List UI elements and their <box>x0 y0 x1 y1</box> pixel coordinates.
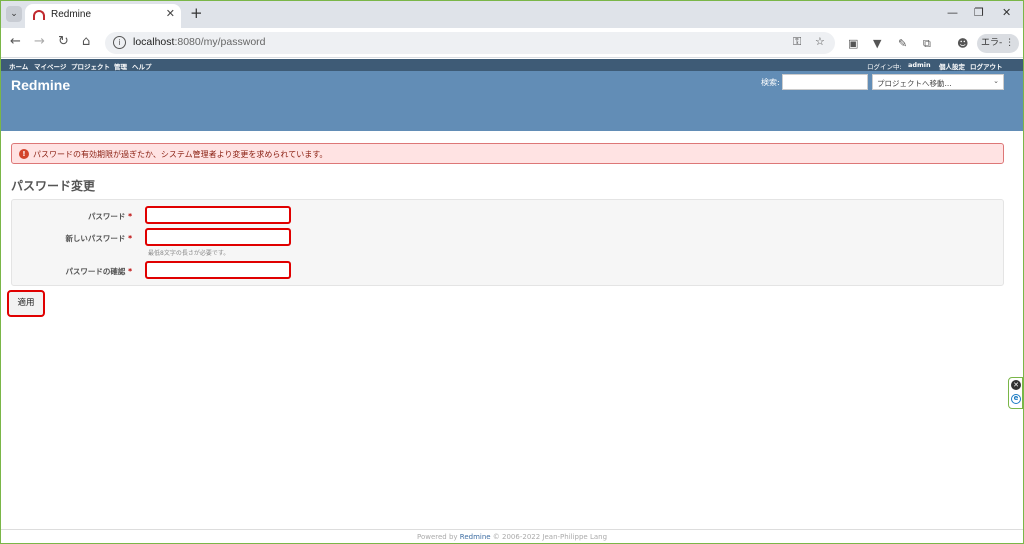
bookmark-star-icon[interactable]: ☆ <box>815 35 825 48</box>
tab-search-chevron-icon[interactable]: ⌄ <box>6 6 22 22</box>
home-icon[interactable]: ⌂ <box>82 35 90 49</box>
address-bar[interactable]: i localhost:8080/my/password ⚿ ☆ <box>105 32 835 54</box>
widget-close-icon[interactable]: ✕ <box>1011 380 1021 390</box>
minimize-icon[interactable]: — <box>947 6 958 19</box>
key-icon[interactable]: ⚿ <box>793 35 801 49</box>
logged-in-user[interactable]: admin <box>908 61 931 69</box>
redmine-header: Redmine 検索: プロジェクトへ移動... ⌄ <box>1 71 1023 131</box>
search-input[interactable] <box>782 74 868 90</box>
side-widget: ✕ e <box>1008 377 1023 409</box>
tab-title: Redmine <box>51 9 92 20</box>
footer: Powered by Redmine © 2006-2022 Jean-Phil… <box>1 529 1023 543</box>
password-field[interactable] <box>145 206 291 224</box>
url-text[interactable]: localhost:8080/my/password <box>133 36 266 48</box>
back-arrow-icon[interactable]: ← <box>10 35 21 49</box>
top-menu-my-page[interactable]: マイページ <box>34 61 66 71</box>
error-pill-button[interactable]: エラ- ⋮ <box>977 34 1019 53</box>
password-label: パスワード * <box>87 212 132 221</box>
window-close-icon[interactable]: ✕ <box>1002 6 1011 19</box>
extensions-puzzle-icon[interactable]: ⧉ <box>923 37 931 51</box>
browser-tab[interactable]: Redmine ✕ <box>25 4 181 28</box>
eyedropper-icon[interactable]: ✎ <box>898 37 907 50</box>
flash-message: パスワードの有効期限が過ぎたか、システム管理者より変更を求められています。 <box>33 150 328 159</box>
new-tab-plus-icon[interactable]: + <box>190 4 203 22</box>
widget-e-icon[interactable]: e <box>1011 394 1021 404</box>
password-form-box: パスワード * 新しいパスワード * 最低8文字の長さが必要です。 パスワードの… <box>11 199 1004 286</box>
top-menu-projects[interactable]: プロジェクト <box>71 61 110 71</box>
apply-button[interactable]: 適用 <box>7 290 45 317</box>
confirm-password-field[interactable] <box>145 261 291 279</box>
confirm-password-label: パスワードの確認 * <box>65 267 132 276</box>
logged-in-label: ログイン中: <box>867 63 902 71</box>
redmine-favicon-icon <box>33 10 45 20</box>
my-account-link[interactable]: 個人設定 <box>939 61 965 71</box>
reload-icon[interactable]: ↻ <box>58 35 69 49</box>
extension-box-icon[interactable]: ▣ <box>848 37 858 50</box>
logout-link[interactable]: ログアウト <box>970 61 1003 71</box>
tab-strip: ⌄ Redmine ✕ + — ❐ ✕ <box>1 1 1023 28</box>
top-menu-home[interactable]: ホーム <box>9 61 28 71</box>
tab-close-icon[interactable]: ✕ <box>166 7 175 20</box>
flash-error: ! パスワードの有効期限が過ぎたか、システム管理者より変更を求められています。 <box>11 143 1004 164</box>
new-password-label: 新しいパスワード * <box>65 234 132 243</box>
project-jump-placeholder: プロジェクトへ移動... <box>877 79 952 88</box>
top-menu-admin[interactable]: 管理 <box>114 61 127 71</box>
project-jump-select[interactable]: プロジェクトへ移動... ⌄ <box>872 74 1004 90</box>
new-password-hint: 最低8文字の長さが必要です。 <box>148 250 230 257</box>
site-info-icon[interactable]: i <box>113 36 126 49</box>
chevron-down-icon: ⌄ <box>993 77 999 85</box>
browser-toolbar: ← → ↻ ⌂ i localhost:8080/my/password ⚿ ☆… <box>1 28 1023 58</box>
redmine-top-menu: ホーム マイページ プロジェクト 管理 ヘルプ ログイン中: admin 個人設… <box>1 59 1023 71</box>
top-menu-help[interactable]: ヘルプ <box>132 61 152 71</box>
profile-avatar-icon[interactable]: ☻ <box>957 37 968 50</box>
browser-window: ⌄ Redmine ✕ + — ❐ ✕ ← → ↻ ⌂ i localhost:… <box>0 0 1024 544</box>
redmine-logo[interactable]: Redmine <box>11 77 70 93</box>
footer-redmine-link[interactable]: Redmine <box>460 533 491 541</box>
page-title: パスワード変更 <box>11 179 96 193</box>
search-label: 検索: <box>761 78 780 87</box>
forward-arrow-icon[interactable]: → <box>34 35 45 49</box>
restore-icon[interactable]: ❐ <box>974 6 984 19</box>
error-icon: ! <box>19 149 29 159</box>
extension-shield-icon[interactable]: ▼ <box>873 37 881 50</box>
new-password-field[interactable] <box>145 228 291 246</box>
